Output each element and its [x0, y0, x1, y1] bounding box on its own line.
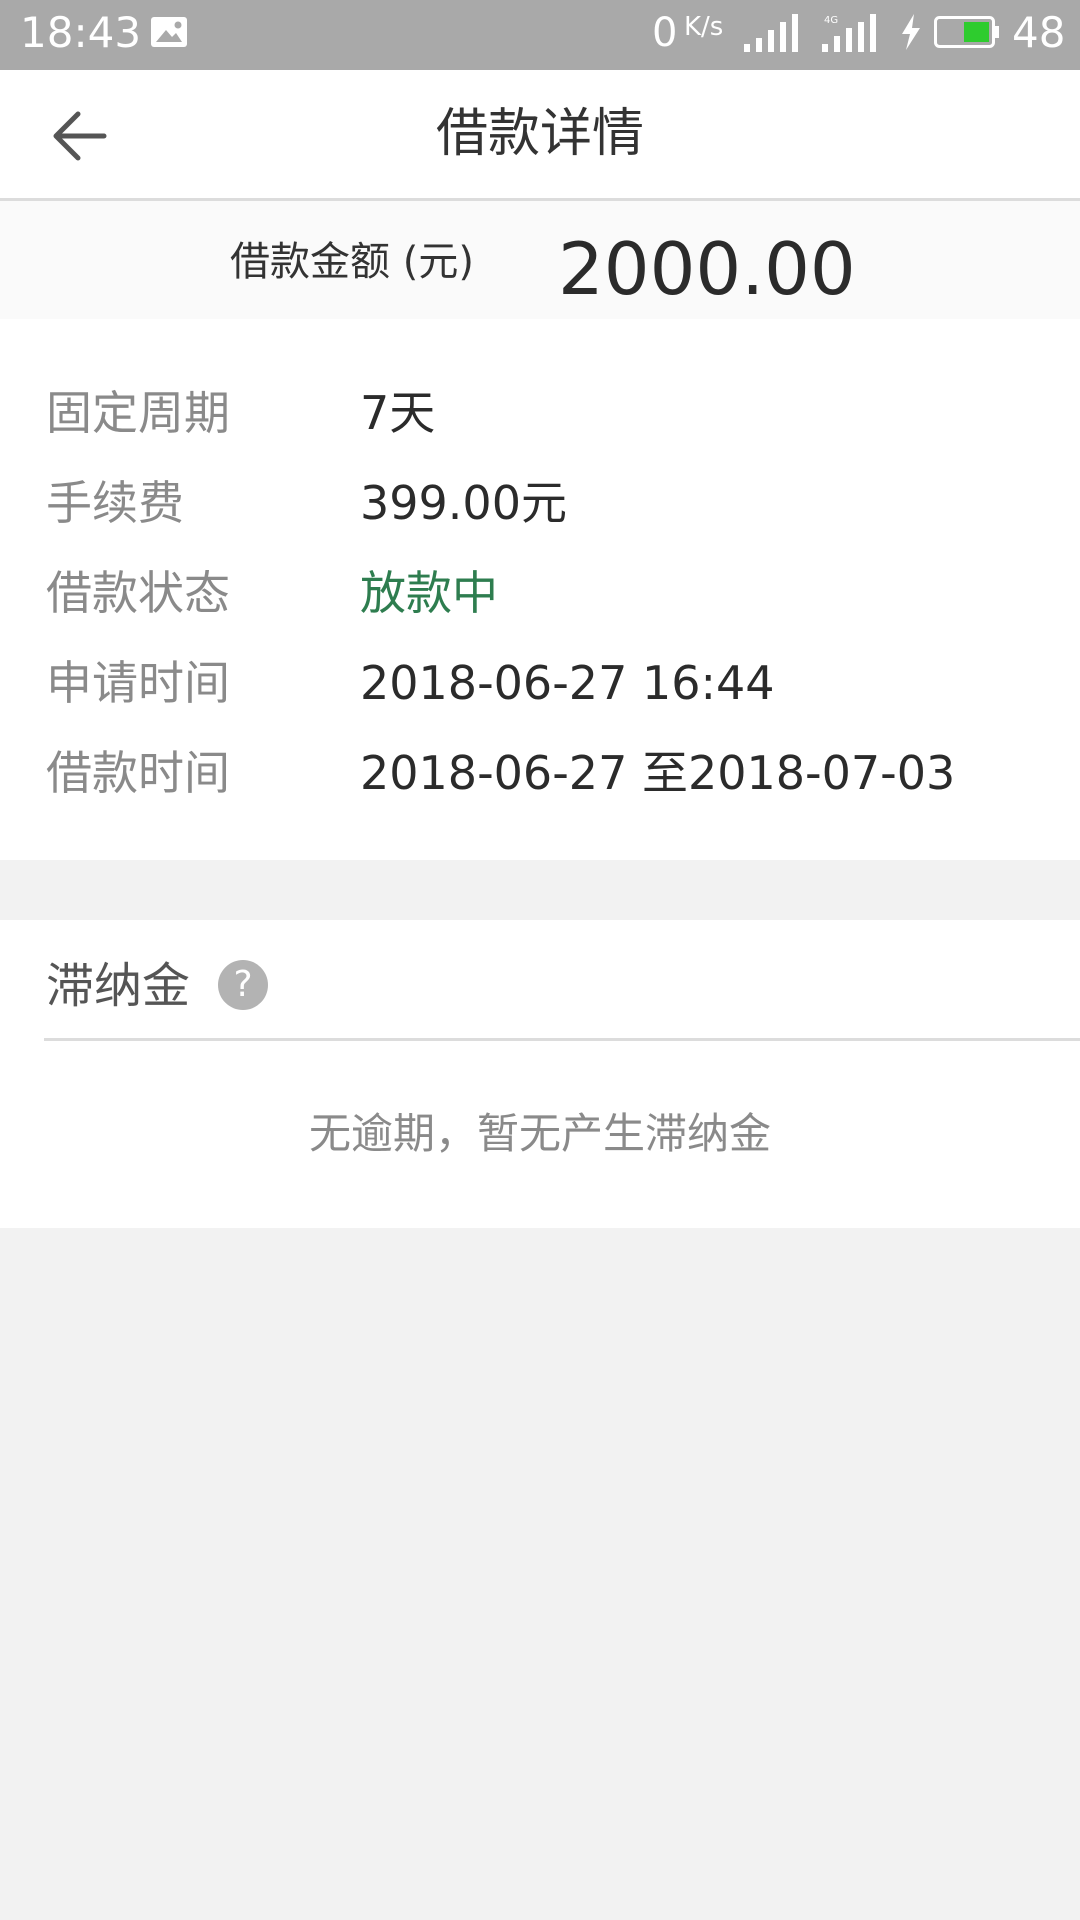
battery-fill — [964, 22, 989, 42]
status-bar: 18:43 0 K/s 4G 48 — [0, 0, 1080, 70]
network-type-label: 4G — [824, 15, 838, 26]
charging-icon — [902, 14, 920, 50]
net-speed-unit: K/s — [684, 12, 724, 42]
loan-amount-label: 借款金额 (元) — [230, 239, 474, 285]
detail-label: 借款状态 — [46, 566, 230, 620]
signal-4g-icon: 4G — [822, 14, 876, 52]
loan-status-value: 放款中 — [360, 566, 498, 620]
detail-row-loan-time: 借款时间 2018-06-27 至2018-07-03 — [0, 733, 1080, 813]
battery-icon — [934, 16, 999, 48]
detail-label: 借款时间 — [46, 746, 230, 800]
detail-value: 2018-06-27 16:44 — [360, 656, 775, 710]
battery-level: 48 — [1012, 8, 1066, 57]
detail-value: 399.00元 — [360, 476, 567, 530]
status-time: 18:43 — [20, 8, 142, 57]
page-title: 借款详情 — [435, 104, 644, 164]
detail-label: 手续费 — [46, 476, 184, 530]
image-notification-icon — [151, 17, 187, 47]
detail-row-apply-time: 申请时间 2018-06-27 16:44 — [0, 643, 1080, 723]
detail-row-fee: 手续费 399.00元 — [0, 463, 1080, 543]
detail-row-status: 借款状态 放款中 — [0, 553, 1080, 633]
loan-details-section: 固定周期 7天 手续费 399.00元 借款状态 放款中 申请时间 2018-0… — [0, 319, 1080, 860]
net-speed-value: 0 — [652, 10, 678, 56]
detail-label: 固定周期 — [46, 386, 230, 440]
late-fee-title: 滞纳金 — [46, 958, 191, 1014]
detail-row-period: 固定周期 7天 — [0, 373, 1080, 453]
late-fee-empty-message: 无逾期，暂无产生滞纳金 — [308, 1109, 771, 1158]
help-icon[interactable]: ? — [218, 960, 268, 1010]
loan-amount-section: 借款金额 (元) 2000.00 — [0, 201, 1080, 319]
detail-value: 2018-06-27 至2018-07-03 — [360, 746, 956, 800]
late-fee-section: 滞纳金 ? 无逾期，暂无产生滞纳金 — [0, 920, 1080, 1228]
app-header: 借款详情 — [0, 70, 1080, 201]
signal-strength-icon — [744, 14, 798, 52]
detail-label: 申请时间 — [46, 656, 230, 710]
divider — [44, 1038, 1080, 1041]
detail-value: 7天 — [360, 386, 436, 440]
loan-amount-value: 2000.00 — [558, 227, 856, 311]
